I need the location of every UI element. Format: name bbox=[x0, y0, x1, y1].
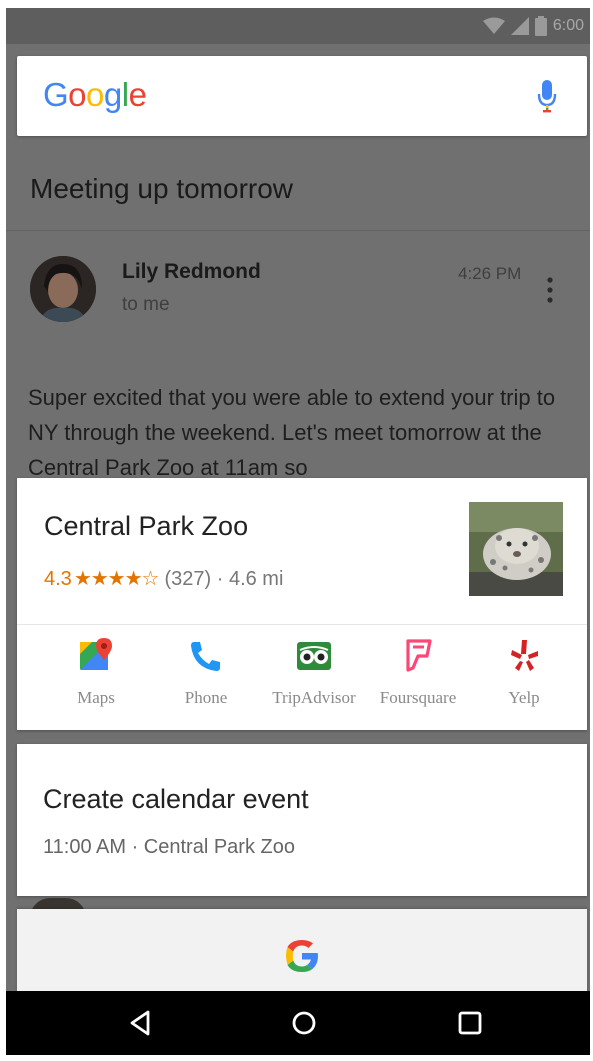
rating-number: 4.3 bbox=[44, 568, 72, 590]
app-label-tripadvisor: TripAdvisor bbox=[272, 688, 356, 707]
calendar-card-details: 11:00 AM · Central Park Zoo bbox=[43, 836, 295, 858]
phone-screen: 6:00 Google Meeting up tomorrow Lily Red… bbox=[6, 8, 590, 1055]
email-time: 4:26 PM bbox=[458, 264, 522, 283]
app-yelp[interactable]: Yelp bbox=[469, 638, 579, 708]
wifi-icon bbox=[482, 17, 505, 34]
app-tripadvisor[interactable]: TripAdvisor bbox=[259, 638, 369, 708]
place-name: Central Park Zoo bbox=[44, 511, 249, 541]
google-logo-letter: l bbox=[121, 76, 129, 113]
foursquare-icon bbox=[406, 639, 432, 672]
google-logo-letter: o bbox=[68, 76, 87, 113]
app-maps[interactable]: Maps bbox=[41, 638, 151, 708]
app-label-maps: Maps bbox=[77, 688, 115, 707]
calendar-card-title: Create calendar event bbox=[43, 784, 309, 814]
sender-name: Lily Redmond bbox=[122, 260, 261, 283]
email-subject: Meeting up tomorrow bbox=[30, 173, 294, 204]
navigation-bar bbox=[6, 991, 590, 1055]
battery-icon bbox=[534, 16, 547, 36]
place-card[interactable]: Central Park Zoo 4.3 ★★★★☆ (327) · 4.6 mi bbox=[17, 478, 587, 730]
card-divider bbox=[17, 624, 587, 625]
google-logo-letter: G bbox=[43, 76, 69, 113]
rating-row: 4.3 ★★★★☆ (327) · 4.6 mi bbox=[44, 566, 283, 591]
phone-icon bbox=[191, 642, 220, 671]
app-phone[interactable]: Phone bbox=[151, 638, 261, 708]
place-thumbnail[interactable] bbox=[469, 502, 563, 596]
status-bar: 6:00 bbox=[6, 8, 590, 44]
google-now-bar[interactable] bbox=[17, 909, 587, 995]
app-label-phone: Phone bbox=[184, 688, 228, 707]
google-logo: Google bbox=[43, 76, 147, 114]
more-vert-icon[interactable] bbox=[546, 276, 554, 306]
google-logo-text: Google bbox=[43, 76, 147, 114]
google-logo-letter: g bbox=[103, 76, 122, 113]
maps-icon bbox=[80, 638, 112, 670]
back-icon[interactable] bbox=[124, 1007, 156, 1039]
google-search-bar[interactable]: Google bbox=[17, 56, 587, 136]
recipient-label: to me bbox=[122, 294, 170, 315]
calendar-event-card[interactable]: Create calendar event 11:00 AM · Central… bbox=[17, 744, 587, 896]
home-icon[interactable] bbox=[288, 1007, 320, 1039]
app-label-yelp: Yelp bbox=[508, 688, 540, 707]
email-body: Super excited that you were able to exte… bbox=[28, 385, 556, 478]
tripadvisor-icon bbox=[297, 642, 331, 670]
app-foursquare[interactable]: Foursquare bbox=[363, 638, 473, 708]
signal-icon bbox=[510, 17, 529, 35]
google-logo-letter: o bbox=[86, 76, 104, 113]
app-label-foursquare: Foursquare bbox=[379, 688, 457, 707]
sender-avatar[interactable] bbox=[30, 256, 96, 322]
divider bbox=[6, 230, 590, 231]
status-icons: 6:00 bbox=[482, 14, 584, 38]
rating-stars: ★★★★☆ bbox=[73, 568, 160, 590]
yelp-icon bbox=[511, 640, 538, 671]
status-time: 6:00 bbox=[552, 17, 584, 34]
google-logo-letter: e bbox=[128, 76, 147, 113]
review-count: (327) bbox=[164, 568, 212, 590]
app-actions: Maps Phone TripAdvisor Foursquare Yelp bbox=[17, 638, 587, 718]
google-g-icon[interactable] bbox=[283, 937, 321, 975]
distance: · 4.6 mi bbox=[216, 568, 284, 590]
mic-icon[interactable] bbox=[537, 80, 557, 114]
recents-icon[interactable] bbox=[454, 1007, 486, 1039]
